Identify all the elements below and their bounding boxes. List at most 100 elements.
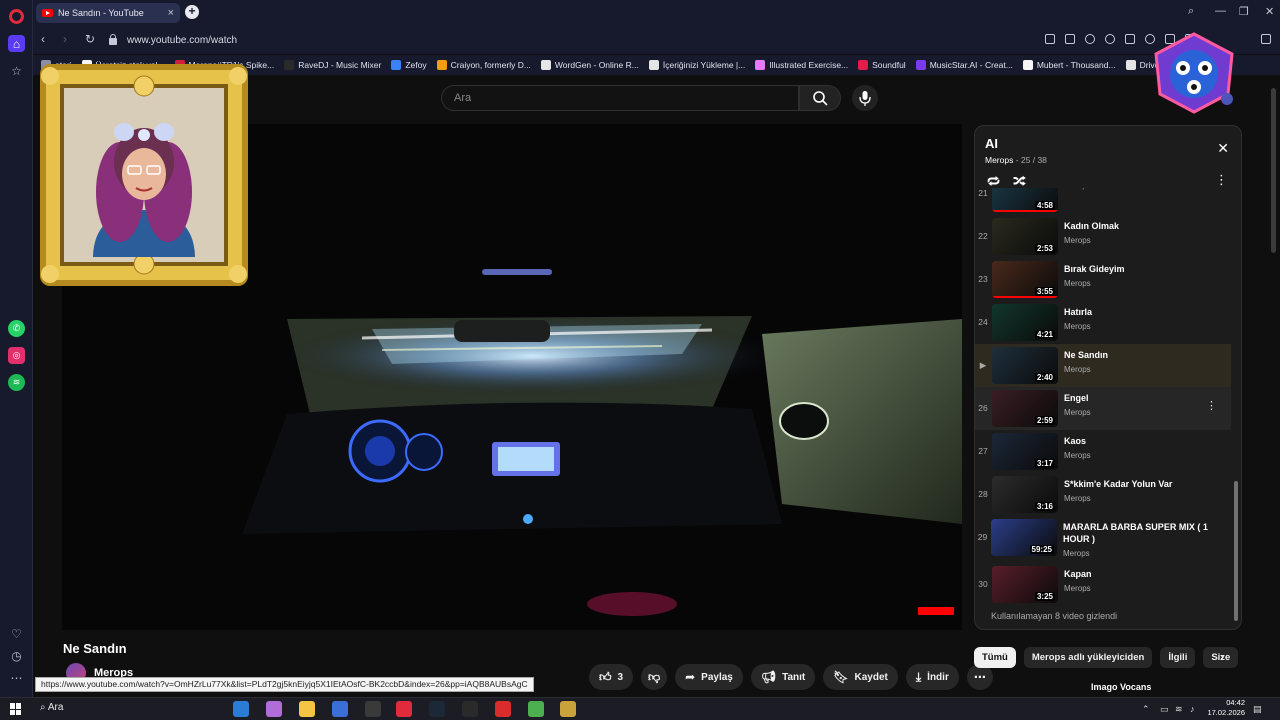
dislike-button[interactable]: 👎︎ bbox=[641, 664, 668, 690]
speed-icon[interactable] bbox=[365, 701, 381, 717]
playlist-item[interactable]: 24 4:21 Hatırla Merops bbox=[975, 301, 1231, 344]
notifications-icon[interactable]: ▤ bbox=[1253, 704, 1262, 715]
opera-logo-icon[interactable] bbox=[9, 9, 24, 24]
taskbar-search[interactable]: ⌕ Ara bbox=[40, 702, 63, 713]
close-playlist-icon[interactable]: ✕ bbox=[1217, 140, 1229, 157]
tray-chevron-icon[interactable]: ⌃ bbox=[1142, 704, 1150, 715]
bookmark-item[interactable]: İçeriğinizi Yükleme |... bbox=[648, 60, 745, 70]
pinboard-icon[interactable]: ☆ bbox=[8, 62, 25, 79]
playlist-item-thumbnail[interactable]: 4:21 bbox=[992, 304, 1058, 341]
bookmark-item[interactable]: Soundful bbox=[858, 60, 906, 70]
forward-icon[interactable]: › bbox=[63, 32, 67, 46]
playlist-item-thumbnail[interactable]: 3:16 bbox=[992, 476, 1058, 513]
bookmark-item[interactable]: Illustrated Exercise... bbox=[755, 60, 848, 70]
playlist-item-meta: Kaos Merops bbox=[1064, 430, 1091, 473]
minimize-button[interactable]: — bbox=[1215, 5, 1226, 17]
opera-icon[interactable] bbox=[396, 701, 412, 717]
next-video-title[interactable]: Imago Vocans bbox=[1091, 682, 1151, 692]
home-icon[interactable]: ⌂ bbox=[8, 35, 25, 52]
search-tabs-icon[interactable]: ⌕ bbox=[1188, 5, 1194, 18]
tab-close-icon[interactable]: × bbox=[168, 7, 174, 19]
share-button[interactable]: ➦ Paylaş bbox=[675, 664, 743, 690]
whatsapp-icon[interactable]: ✆ bbox=[8, 320, 25, 337]
more-icon[interactable]: ⋯ bbox=[8, 669, 25, 686]
playlist-item[interactable]: 22 2:53 Kadın Olmak Merops bbox=[975, 215, 1231, 258]
media-icon[interactable] bbox=[495, 701, 511, 717]
page-scrollbar[interactable] bbox=[1271, 88, 1276, 253]
reload-icon[interactable]: ↻ bbox=[85, 32, 95, 46]
explorer-icon[interactable] bbox=[299, 701, 315, 717]
chevron-right-icon[interactable]: › bbox=[1220, 650, 1224, 664]
playlist-item-thumbnail[interactable]: 2:53 bbox=[992, 218, 1058, 255]
playlist-item-thumbnail[interactable]: 3:17 bbox=[992, 433, 1058, 470]
bookmark-favicon-icon bbox=[436, 60, 447, 70]
playlist-item[interactable]: 23 3:55 Bırak Gideyim Merops bbox=[975, 258, 1231, 301]
playlist-title[interactable]: AI bbox=[985, 136, 998, 151]
filter-chip[interactable]: İlgili bbox=[1160, 647, 1196, 668]
copilot-icon[interactable] bbox=[266, 701, 282, 717]
network-icon[interactable]: ▭ bbox=[1160, 704, 1169, 715]
spotify-icon[interactable]: ≋ bbox=[8, 374, 25, 391]
back-icon[interactable]: ‹ bbox=[41, 32, 45, 46]
taskbar-clock[interactable]: 04:42 17.02.2026 bbox=[1207, 698, 1245, 718]
filter-chip[interactable]: Tümü bbox=[974, 647, 1016, 668]
promote-button[interactable]: 📢︎ Tanıt bbox=[750, 664, 816, 690]
steam-icon[interactable] bbox=[429, 701, 445, 717]
tab-youtube[interactable]: Ne Sandın - YouTube × bbox=[36, 3, 180, 23]
download-button[interactable]: ⤓ İndir bbox=[905, 664, 959, 690]
save-button[interactable]: 🔖︎ Kaydet bbox=[823, 664, 898, 690]
epic-icon[interactable] bbox=[462, 701, 478, 717]
voice-search-button[interactable] bbox=[852, 85, 878, 111]
new-tab-button[interactable]: + bbox=[185, 5, 199, 19]
search-button[interactable] bbox=[799, 85, 841, 111]
playlist-item[interactable]: 29 59:25 MARARLA BARBA SUPER MIX ( 1 HOUR … bbox=[975, 516, 1231, 559]
playlist-item-thumbnail[interactable]: 3:25 bbox=[992, 566, 1058, 603]
shield-icon[interactable] bbox=[1085, 34, 1095, 44]
bookmark-item[interactable]: Craiyon, formerly D... bbox=[436, 60, 531, 70]
chrome-icon[interactable] bbox=[528, 701, 544, 717]
bookmark-item[interactable]: Zefoy bbox=[391, 60, 427, 70]
playlist-menu-icon[interactable]: ⋮ bbox=[1215, 172, 1228, 188]
playlist-item-thumbnail[interactable]: 3:55 bbox=[992, 261, 1058, 298]
playlist-scrollbar[interactable] bbox=[1234, 481, 1238, 621]
maximize-button[interactable]: ❐ bbox=[1239, 5, 1249, 18]
heart-icon[interactable]: ♡ bbox=[8, 625, 25, 642]
windows-taskbar: ⌕ Ara ⌃ ▭ ≋ ♪ 04:42 17.02.2026 ▤ bbox=[0, 697, 1280, 720]
search-input[interactable]: Ara bbox=[441, 85, 799, 111]
bookmark-item[interactable]: MusicStar.AI - Creat... bbox=[915, 60, 1013, 70]
edit-icon[interactable] bbox=[1045, 34, 1055, 44]
app-icon[interactable] bbox=[332, 701, 348, 717]
playlist-item[interactable]: 30 3:25 Kapan Merops bbox=[975, 563, 1231, 606]
windows-start-icon[interactable] bbox=[10, 703, 22, 715]
playlist-item[interactable]: 27 3:17 Kaos Merops bbox=[975, 430, 1231, 473]
filter-chip[interactable]: Merops adlı yükleyiciden bbox=[1023, 647, 1153, 668]
volume-icon[interactable]: ♪ bbox=[1190, 704, 1195, 714]
bookmark-item[interactable]: WordGen - Online R... bbox=[540, 60, 639, 70]
playlist-item-thumbnail[interactable]: 2:40 bbox=[992, 347, 1058, 384]
extensions-icon[interactable] bbox=[1261, 34, 1271, 44]
playlist-item-thumbnail[interactable]: 4:58 bbox=[992, 188, 1058, 212]
playlist-item-thumbnail[interactable]: 2:59 bbox=[992, 390, 1058, 427]
playlist-item[interactable]: 26 2:59 Engel Merops ⋮ bbox=[975, 387, 1231, 430]
instagram-icon[interactable]: ◎ bbox=[8, 347, 25, 364]
close-window-button[interactable]: ✕ bbox=[1265, 5, 1274, 18]
bookmark-item[interactable]: RaveDJ - Music Mixer bbox=[284, 60, 381, 70]
edge-icon[interactable] bbox=[233, 701, 249, 717]
bookmark-item[interactable]: Mubert - Thousand... bbox=[1022, 60, 1116, 70]
playlist-item-thumbnail[interactable]: 59:25 bbox=[990, 519, 1057, 556]
playlist-item[interactable]: 21 4:58 Merops bbox=[975, 188, 1231, 215]
play-icon[interactable] bbox=[1125, 34, 1135, 44]
camera-icon[interactable] bbox=[1065, 34, 1075, 44]
url-field[interactable]: www.youtube.com/watch bbox=[109, 30, 1109, 50]
item-menu-icon[interactable]: ⋮ bbox=[1206, 399, 1217, 412]
playlist-item[interactable]: 28 3:16 S*kkim'e Kadar Yolun Var Merops bbox=[975, 473, 1231, 516]
playlist-item[interactable]: ▶ 2:40 Ne Sandın Merops bbox=[975, 344, 1231, 387]
playlist-owner[interactable]: Merops bbox=[985, 155, 1013, 165]
refresh-icon[interactable] bbox=[1105, 34, 1115, 44]
download-label: İndir bbox=[927, 671, 949, 683]
playlist-item-meta: Kapan Merops bbox=[1064, 563, 1092, 606]
app2-icon[interactable] bbox=[560, 701, 576, 717]
wifi-icon[interactable]: ≋ bbox=[1175, 704, 1183, 715]
history-icon[interactable]: ◷ bbox=[8, 647, 25, 664]
like-button[interactable]: 👍︎ 3 bbox=[589, 664, 634, 690]
